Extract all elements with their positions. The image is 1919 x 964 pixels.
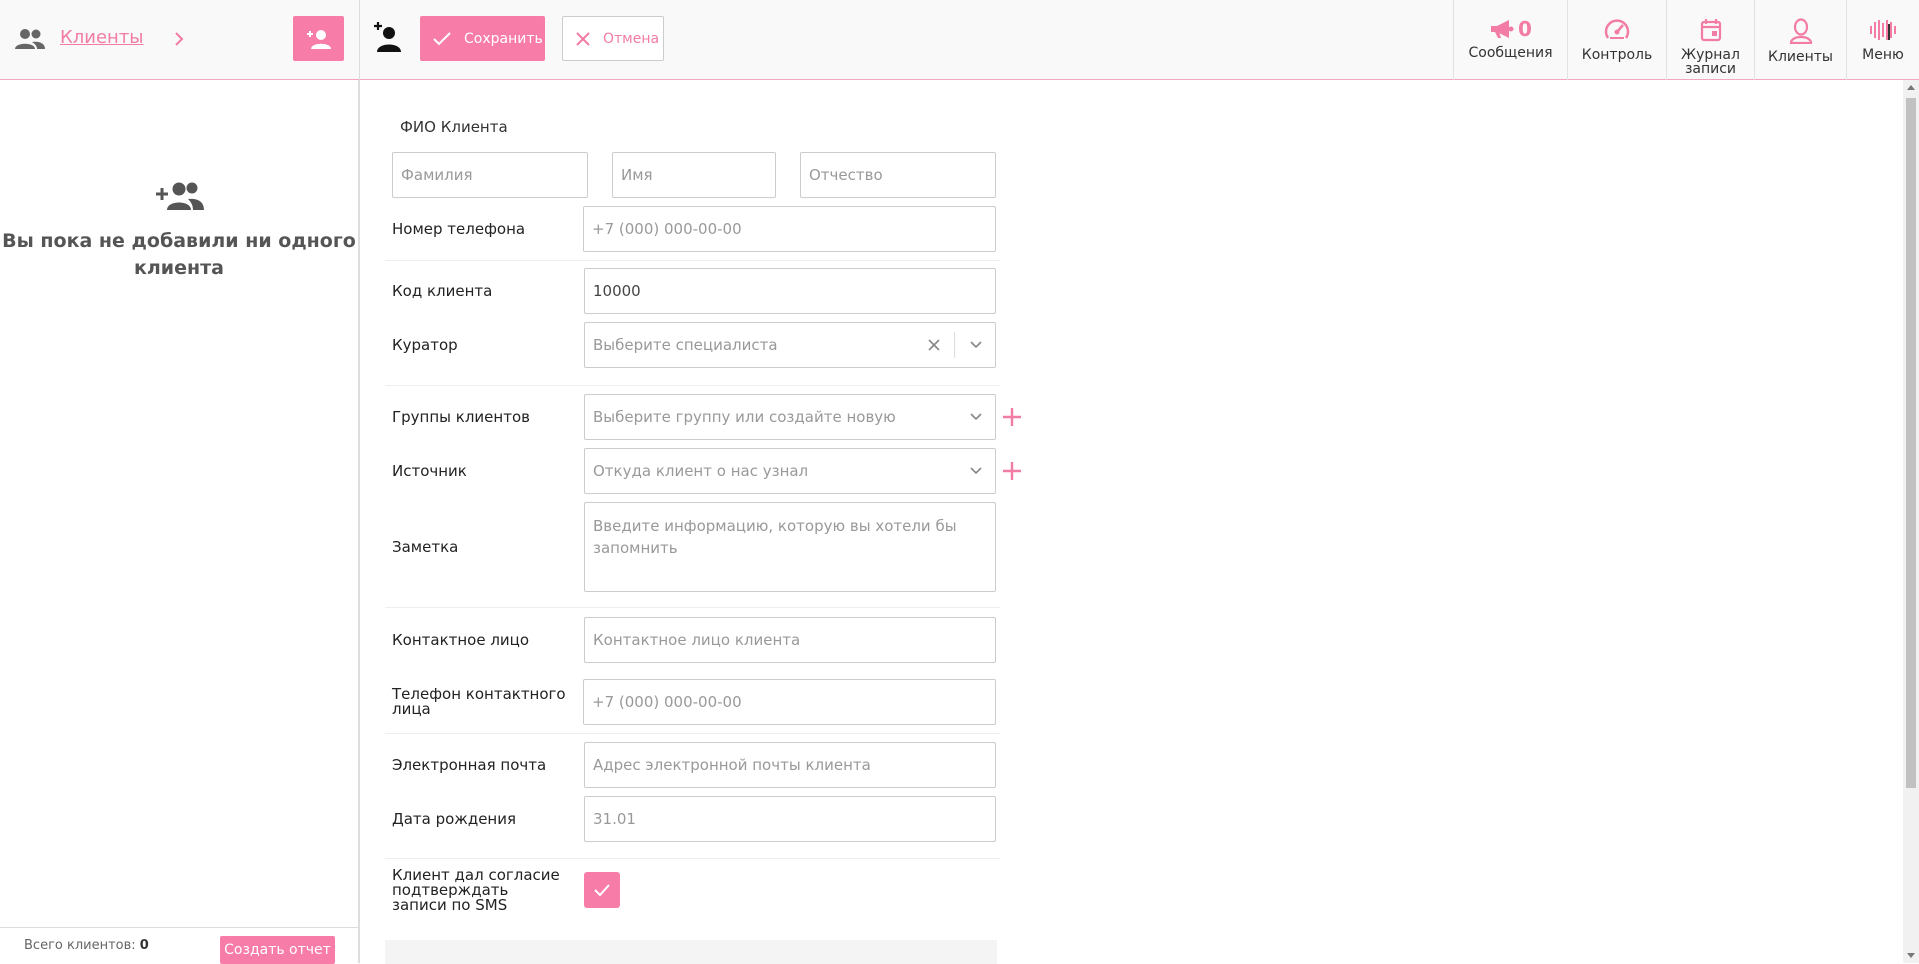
source-label: Источник xyxy=(392,462,467,480)
add-source-icon[interactable] xyxy=(1001,460,1023,482)
birthday-label: Дата рождения xyxy=(392,810,516,828)
phone-label: Номер телефона xyxy=(392,220,526,238)
divider xyxy=(385,385,1000,386)
source-placeholder: Откуда клиент о нас узнал xyxy=(593,462,809,480)
contact-person-input[interactable]: Контактное лицо клиента xyxy=(584,617,996,663)
control-label: Контроль xyxy=(1581,47,1653,63)
clear-icon[interactable] xyxy=(928,339,940,351)
contact-phone-label: Телефон контактного лица xyxy=(392,685,566,718)
total-value: 0 xyxy=(139,938,149,953)
people-icon xyxy=(14,27,46,55)
close-icon xyxy=(576,31,590,46)
menu-label: Меню xyxy=(1862,47,1904,63)
scroll-thumb[interactable] xyxy=(1906,98,1916,788)
check-icon xyxy=(433,31,451,45)
contact-phone-input[interactable]: +7 (000) 000-00-00 xyxy=(583,679,996,725)
curator-placeholder: Выберите специалиста xyxy=(593,336,778,354)
cancel-button[interactable]: Отмена xyxy=(562,16,664,61)
scroll-down-arrow[interactable] xyxy=(1907,953,1915,958)
clients-list-panel: Вы пока не добавили ни одного клиента Вс… xyxy=(0,80,360,964)
surname-input[interactable]: Фамилия xyxy=(392,152,588,198)
chevron-down-icon[interactable] xyxy=(969,412,983,422)
patronymic-input[interactable]: Отчество xyxy=(800,152,996,198)
curator-select[interactable]: Выберите специалиста xyxy=(584,322,996,368)
email-label: Электронная почта xyxy=(392,756,547,774)
create-report-button[interactable]: Создать отчет xyxy=(220,936,335,964)
messages-count: 0 xyxy=(1518,17,1532,41)
nav-journal[interactable]: Журнал записи xyxy=(1666,0,1754,80)
save-button[interactable]: Сохранить xyxy=(420,16,545,61)
empty-clients-message: Вы пока не добавили ни одного клиента xyxy=(2,230,356,279)
scroll-up-arrow[interactable] xyxy=(1907,85,1915,90)
groups-placeholder: Выберите группу или создайте новую xyxy=(593,408,896,426)
chevron-down-icon[interactable] xyxy=(969,340,983,350)
divider xyxy=(385,733,1000,734)
divider xyxy=(385,260,1000,261)
group-add-icon xyxy=(155,180,205,216)
select-divider xyxy=(954,332,955,358)
clients-link[interactable]: Клиенты xyxy=(60,27,144,48)
speedometer-icon xyxy=(1604,19,1630,39)
contact-person-label: Контактное лицо xyxy=(392,631,530,649)
divider xyxy=(385,607,1000,608)
nav-messages[interactable]: 0 Сообщения xyxy=(1453,0,1567,80)
clients-nav-label: Клиенты xyxy=(1768,49,1833,65)
add-client-button[interactable] xyxy=(293,16,344,61)
clients-header: Клиенты xyxy=(0,0,360,80)
phone-input[interactable]: +7 (000) 000-00-00 xyxy=(583,206,996,252)
calendar-icon xyxy=(1700,19,1721,42)
birthday-input[interactable]: 31.01 xyxy=(584,796,996,842)
messages-label: Сообщения xyxy=(1468,45,1553,61)
client-code-input[interactable]: 10000 xyxy=(584,268,996,314)
note-label: Заметка xyxy=(392,538,459,556)
note-textarea[interactable]: Введите информацию, которую вы хотели бы… xyxy=(584,502,996,592)
check-icon xyxy=(594,884,610,896)
person-add-icon xyxy=(306,29,331,49)
person-icon xyxy=(1789,18,1812,44)
total-label: Всего клиентов: xyxy=(24,938,136,953)
scrollbar[interactable] xyxy=(1903,80,1919,963)
groups-select[interactable]: Выберите группу или создайте новую xyxy=(584,394,996,440)
add-group-icon[interactable] xyxy=(1001,406,1023,428)
chevron-down-icon[interactable] xyxy=(969,466,983,476)
nav-clients[interactable]: Клиенты xyxy=(1754,0,1846,80)
name-input[interactable]: Имя xyxy=(612,152,776,198)
cancel-label: Отмена xyxy=(603,30,660,47)
curator-label: Куратор xyxy=(392,336,458,354)
nav-control[interactable]: Контроль xyxy=(1567,0,1666,80)
form-bottom-bar xyxy=(385,940,997,964)
divider xyxy=(385,858,1000,859)
save-label: Сохранить xyxy=(464,30,543,47)
top-bar: Клиенты Сохранить Отмена 0 Сообщения Кон… xyxy=(0,0,1919,80)
clients-footer: Всего клиентов: 0 Создать отчет xyxy=(0,927,358,964)
menu-logo-icon xyxy=(1870,20,1896,40)
clients-total: Всего клиентов: 0 xyxy=(24,938,149,953)
email-input[interactable]: Адрес электронной почты клиента xyxy=(584,742,996,788)
journal-label: Журнал записи xyxy=(1681,47,1740,77)
client-code-label: Код клиента xyxy=(392,282,493,300)
sms-consent-checkbox[interactable] xyxy=(584,872,620,908)
new-client-icon[interactable] xyxy=(373,20,403,58)
chevron-right-icon[interactable] xyxy=(172,30,186,52)
nav-menu[interactable]: Меню xyxy=(1846,0,1919,80)
sms-consent-label: Клиент дал согласие подтверждать записи … xyxy=(392,866,560,914)
source-select[interactable]: Откуда клиент о нас узнал xyxy=(584,448,996,494)
megaphone-icon xyxy=(1491,20,1514,38)
groups-label: Группы клиентов xyxy=(392,408,530,426)
fio-title: ФИО Клиента xyxy=(400,118,508,136)
